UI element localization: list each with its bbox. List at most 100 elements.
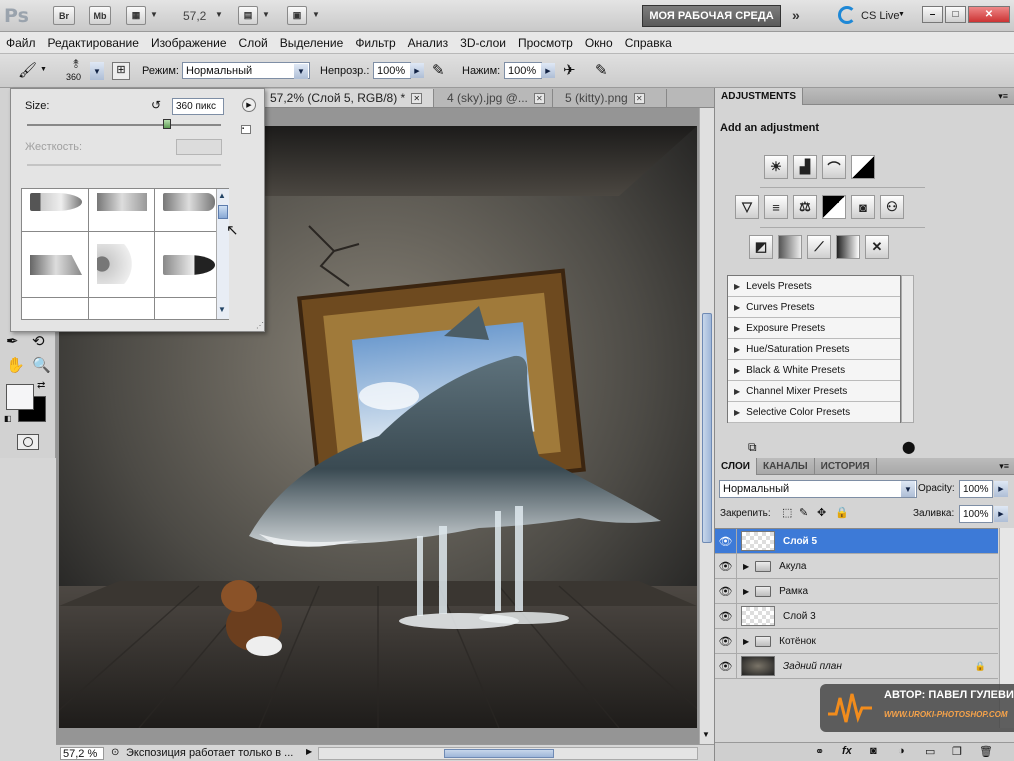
layer-name[interactable]: Задний план [783, 661, 842, 672]
tab-layers-panel[interactable]: СЛОИ [715, 457, 757, 475]
expand-icon[interactable]: ▶ [734, 408, 740, 417]
expand-icon[interactable]: ▶ [734, 366, 740, 375]
tablet-pressure-size-icon[interactable]: ✎ [595, 61, 608, 79]
foreground-color-swatch[interactable] [6, 384, 34, 410]
close-button[interactable]: ✕ [968, 6, 1010, 23]
bridge-button[interactable]: Br [53, 6, 75, 25]
flow-input[interactable]: 100% [504, 62, 542, 79]
exposure-icon[interactable] [851, 155, 875, 179]
scroll-thumb[interactable] [702, 313, 712, 543]
visibility-eye-icon[interactable]: 👁 [715, 653, 737, 679]
brush-tool-icon[interactable]: 🖌 [18, 61, 37, 79]
close-icon[interactable]: ✕ [533, 92, 545, 104]
scroll-thumb[interactable] [218, 205, 228, 219]
mask-icon[interactable]: ⬤ [902, 440, 915, 454]
color-balance-icon[interactable]: ⚖ [793, 195, 817, 219]
brush-grid-scrollbar[interactable]: ▲ ▼ [216, 189, 229, 319]
menu-item[interactable]: Просмотр [512, 36, 579, 50]
scroll-down-icon[interactable]: ▼ [702, 730, 710, 739]
menu-item[interactable]: Изображение [145, 36, 233, 50]
delete-layer-icon[interactable]: 🗑 [979, 745, 993, 758]
minimize-button[interactable]: – [922, 6, 943, 23]
expand-icon[interactable]: ▶ [734, 324, 740, 333]
preset-item[interactable]: ▶ Exposure Presets [728, 318, 900, 339]
arrange-documents-icon[interactable]: ▤ [238, 6, 258, 25]
tab-kitty[interactable]: 5 (kitty).png ✕ [559, 89, 667, 107]
size-input[interactable]: 360 пикс [172, 98, 224, 115]
expand-icon[interactable]: ▶ [734, 282, 740, 291]
brush-tip-6[interactable] [163, 255, 215, 275]
preset-item[interactable]: ▶ Channel Mixer Presets [728, 381, 900, 402]
tab-document-active[interactable]: 57,2% (Слой 5, RGB/8) * ✕ [264, 89, 434, 107]
curves-icon[interactable]: ⌒ [822, 155, 846, 179]
selective-color-icon[interactable]: ✕ [865, 235, 889, 259]
new-layer-icon[interactable]: ❐ [952, 745, 962, 758]
brush-panel-toggle-icon[interactable]: ⊞ [112, 62, 130, 80]
brush-tip-5[interactable] [97, 244, 147, 284]
cs-live-icon[interactable] [838, 6, 856, 24]
brush-tip-3[interactable] [163, 193, 215, 211]
presets-scrollbar[interactable] [901, 275, 914, 423]
link-layers-icon[interactable]: ⚭ [815, 745, 824, 758]
close-icon[interactable]: ✕ [411, 92, 423, 104]
brush-tip-4[interactable] [30, 255, 82, 275]
fill-input[interactable]: 100% [959, 505, 993, 523]
expand-icon[interactable]: ▶ [734, 345, 740, 354]
panel-menu-icon[interactable]: ▾≡ [998, 91, 1014, 102]
flow-slider-toggle[interactable]: ▶ [541, 63, 555, 78]
chevron-down-icon[interactable]: ▼ [312, 10, 320, 19]
opacity-slider-toggle[interactable]: ▶ [410, 63, 424, 78]
new-preset-icon[interactable]: ▪ [241, 125, 251, 134]
new-adjustment-layer-icon[interactable]: ◑ [898, 745, 905, 757]
workspace-switcher-button[interactable]: МОЯ РАБОЧАЯ СРЕДА [642, 5, 781, 27]
lock-pixels-icon[interactable]: ✎ [799, 506, 808, 519]
tab-adjustments[interactable]: ADJUSTMENTS [715, 87, 804, 105]
cs-live-button[interactable]: CS Live [861, 10, 900, 22]
menu-item[interactable]: Окно [579, 36, 619, 50]
quick-mask-icon[interactable] [17, 434, 39, 450]
size-slider-track[interactable] [27, 124, 221, 126]
new-group-icon[interactable]: ▭ [925, 745, 935, 758]
threshold-icon[interactable]: ⟋ [807, 235, 831, 259]
picker-menu-icon[interactable]: ▶ [242, 98, 256, 112]
swap-colors-icon[interactable]: ⇄ [37, 380, 45, 391]
layer-row[interactable]: 👁 ▶ Рамка [715, 578, 998, 604]
clip-to-layer-icon[interactable]: ⧉ [748, 440, 757, 455]
visibility-eye-icon[interactable]: 👁 [715, 628, 737, 654]
tablet-pressure-opacity-icon[interactable]: ✎ [432, 61, 445, 79]
levels-icon[interactable]: ▟ [793, 155, 817, 179]
default-colors-icon[interactable]: ◧ [4, 414, 12, 423]
chevron-down-icon[interactable]: ▼ [294, 64, 308, 79]
chevron-down-icon[interactable]: ▼ [40, 66, 47, 73]
layer-row[interactable]: 👁 ▶ Акула [715, 553, 998, 579]
menu-item[interactable]: Анализ [402, 36, 455, 50]
vertical-scrollbar[interactable]: ▼ [699, 108, 714, 744]
zoom-level[interactable]: 57,2 [183, 9, 206, 23]
rotate-view-icon[interactable]: ⟲ [32, 332, 45, 350]
menu-item[interactable]: Файл [0, 36, 42, 50]
menu-item[interactable]: Фильтр [349, 36, 401, 50]
pen-tool-icon[interactable]: ✒ [6, 332, 19, 350]
layer-style-icon[interactable]: fx [842, 745, 852, 757]
visibility-eye-icon[interactable]: 👁 [715, 553, 737, 579]
more-workspaces-icon[interactable]: » [792, 7, 800, 23]
menu-item[interactable]: Выделение [274, 36, 350, 50]
menu-item[interactable]: 3D-слои [454, 36, 512, 50]
lock-all-icon[interactable]: 🔒 [835, 506, 849, 519]
status-menu-icon[interactable]: ▶ [306, 747, 312, 756]
channel-mixer-icon[interactable]: ⚇ [880, 195, 904, 219]
preset-item[interactable]: ▶ Levels Presets [728, 276, 900, 297]
scroll-thumb[interactable] [444, 749, 554, 758]
hue-saturation-icon[interactable]: ≡ [764, 195, 788, 219]
preset-item[interactable]: ▶ Hue/Saturation Presets [728, 339, 900, 360]
tab-layers-panel[interactable]: ИСТОРИЯ [815, 457, 877, 475]
chevron-down-icon[interactable]: ▼ [901, 481, 915, 497]
maximize-button[interactable]: □ [945, 6, 966, 23]
panel-menu-icon[interactable]: ▾≡ [999, 461, 1014, 472]
layer-row[interactable]: 👁 Слой 3 [715, 603, 998, 629]
opacity-slider-toggle[interactable]: ▶ [994, 481, 1008, 497]
fill-slider-toggle[interactable]: ▶ [994, 506, 1008, 522]
preset-item[interactable]: ▶ Selective Color Presets [728, 402, 900, 423]
brush-tip-icon[interactable]: ⥉ [66, 57, 86, 71]
zoom-tool-icon[interactable]: 🔍 [32, 356, 51, 374]
